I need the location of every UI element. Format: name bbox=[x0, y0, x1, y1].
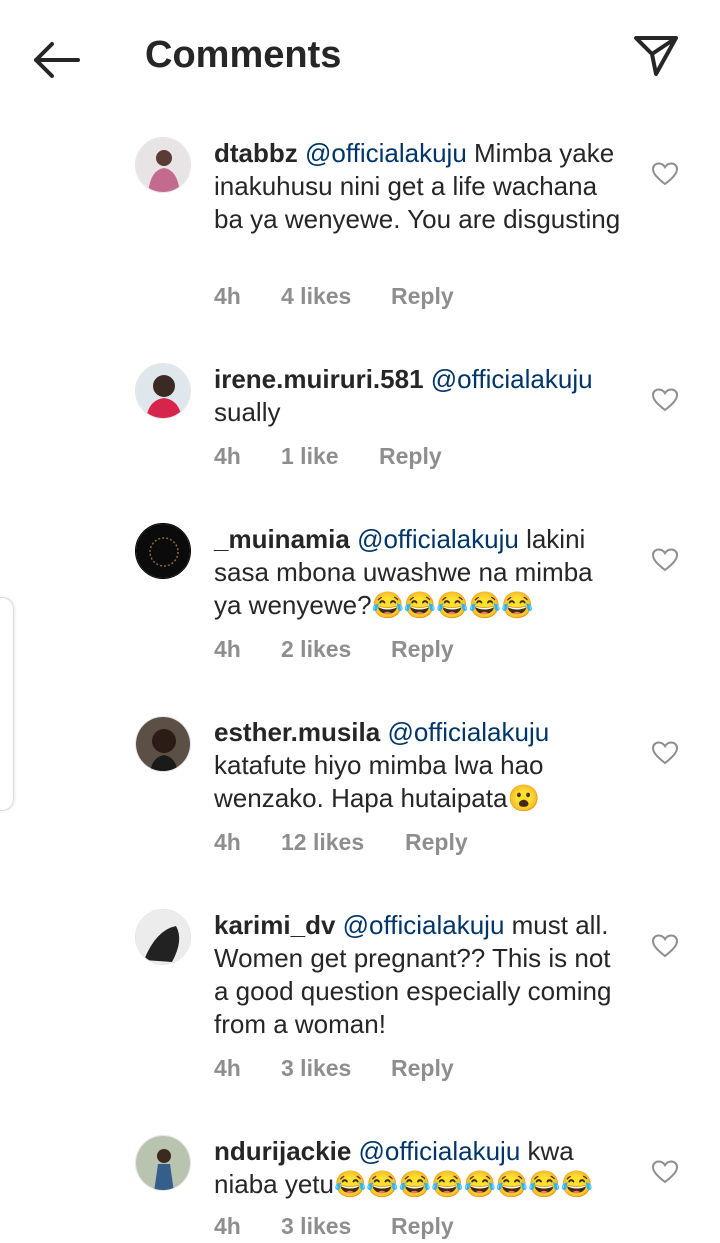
timestamp: 4h bbox=[214, 829, 241, 855]
mention-link[interactable]: @officialakuju bbox=[431, 364, 593, 394]
username[interactable]: dtabbz bbox=[214, 138, 298, 168]
emoji-group: 😂😂😂😂😂 bbox=[371, 590, 534, 620]
heart-icon[interactable] bbox=[652, 1160, 678, 1184]
timestamp: 4h bbox=[214, 443, 241, 469]
timestamp: 4h bbox=[214, 636, 241, 662]
avatar[interactable] bbox=[135, 137, 191, 193]
comment-body: katafute hiyo mimba lwa hao wenzako. Hap… bbox=[214, 750, 544, 813]
heart-icon[interactable] bbox=[652, 741, 678, 765]
comment-text: _muinamia @officialakuju lakini sasa mbo… bbox=[214, 523, 624, 622]
back-arrow-icon[interactable] bbox=[30, 38, 82, 82]
heart-icon[interactable] bbox=[652, 934, 678, 958]
comment-text: karimi_dv @officialakuju must all. Women… bbox=[214, 909, 624, 1041]
comment-body: sually bbox=[214, 397, 281, 427]
like-count[interactable]: 4 likes bbox=[281, 283, 351, 310]
like-count[interactable]: 3 likes bbox=[281, 1213, 351, 1240]
side-panel-handle[interactable] bbox=[0, 597, 14, 811]
comment-text: irene.muiruri.581 @officialakuju sually bbox=[214, 363, 624, 429]
avatar[interactable] bbox=[135, 716, 191, 772]
heart-icon[interactable] bbox=[652, 388, 678, 412]
mention-link[interactable]: @officialakuju bbox=[357, 524, 519, 554]
avatar[interactable] bbox=[135, 363, 191, 419]
reply-button[interactable]: Reply bbox=[391, 636, 454, 663]
like-count[interactable]: 3 likes bbox=[281, 1055, 351, 1082]
timestamp: 4h bbox=[214, 1213, 241, 1239]
mention-link[interactable]: @officialakuju bbox=[305, 138, 467, 168]
mention-link[interactable]: @officialakuju bbox=[359, 1136, 521, 1166]
timestamp: 4h bbox=[214, 283, 241, 309]
heart-icon[interactable] bbox=[652, 162, 678, 186]
send-icon[interactable] bbox=[630, 30, 682, 80]
reply-button[interactable]: Reply bbox=[391, 283, 454, 310]
comment-text: esther.musila @officialakuju katafute hi… bbox=[214, 716, 624, 815]
like-count[interactable]: 1 like bbox=[281, 443, 339, 470]
username[interactable]: karimi_dv bbox=[214, 910, 335, 940]
reply-button[interactable]: Reply bbox=[391, 1055, 454, 1082]
timestamp: 4h bbox=[214, 1055, 241, 1081]
mention-link[interactable]: @officialakuju bbox=[387, 717, 549, 747]
page-title: Comments bbox=[145, 34, 342, 76]
username[interactable]: ndurijackie bbox=[214, 1136, 351, 1166]
like-count[interactable]: 2 likes bbox=[281, 636, 351, 663]
like-count[interactable]: 12 likes bbox=[281, 829, 364, 856]
emoji-group: 😂😂😂😂😂😂😂😂 bbox=[333, 1169, 593, 1199]
avatar[interactable] bbox=[135, 523, 191, 579]
username[interactable]: esther.musila bbox=[214, 717, 380, 747]
heart-icon[interactable] bbox=[652, 548, 678, 572]
comment-text: ndurijackie @officialakuju kwa niaba yet… bbox=[214, 1135, 624, 1201]
reply-button[interactable]: Reply bbox=[391, 1213, 454, 1240]
mention-link[interactable]: @officialakuju bbox=[343, 910, 505, 940]
avatar[interactable] bbox=[135, 909, 191, 965]
emoji-group: 😮 bbox=[507, 783, 540, 813]
username[interactable]: irene.muiruri.581 bbox=[214, 364, 424, 394]
reply-button[interactable]: Reply bbox=[379, 443, 442, 470]
username[interactable]: _muinamia bbox=[214, 524, 350, 554]
top-bar: Comments bbox=[0, 0, 720, 115]
avatar[interactable] bbox=[135, 1135, 191, 1191]
reply-button[interactable]: Reply bbox=[405, 829, 468, 856]
comment-text: dtabbz @officialakuju Mimba yake inakuhu… bbox=[214, 137, 624, 236]
